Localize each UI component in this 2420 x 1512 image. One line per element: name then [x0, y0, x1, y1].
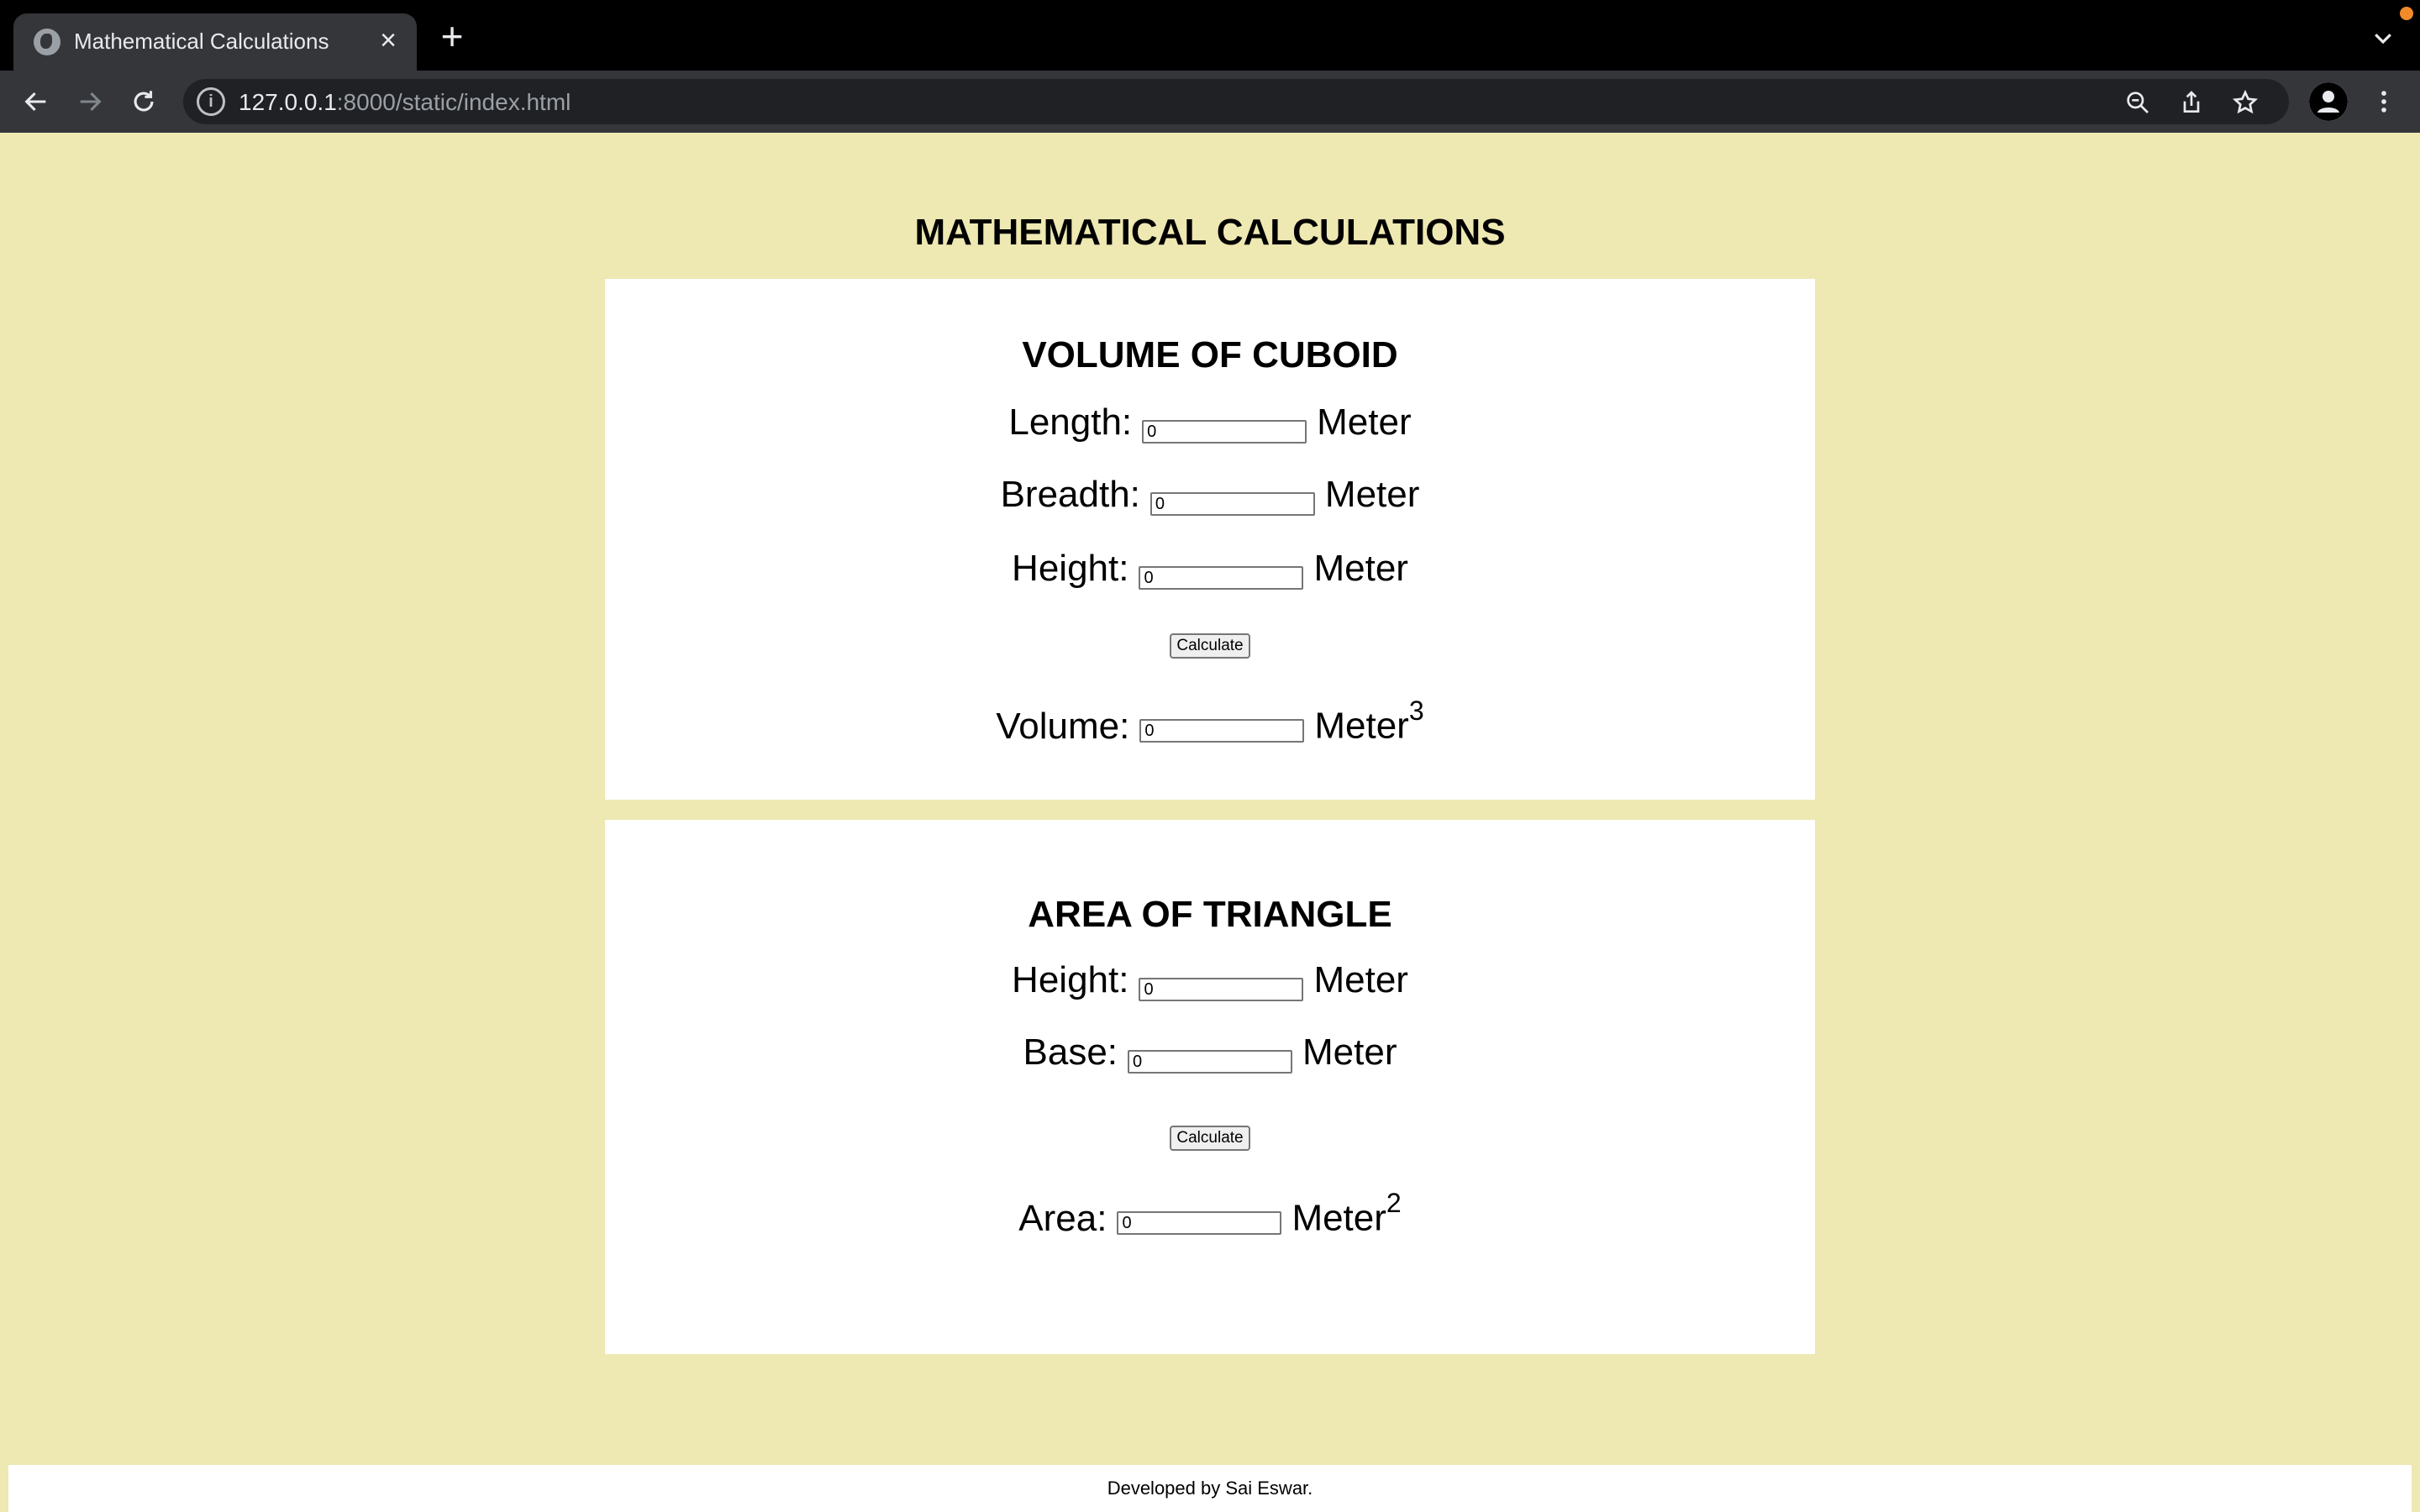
- area-row: Area: Meter2: [605, 1188, 1815, 1240]
- cuboid-height-input[interactable]: [1139, 566, 1304, 590]
- cuboid-height-unit: Meter: [1313, 548, 1408, 589]
- page-viewport: MATHEMATICAL CALCULATIONS VOLUME OF CUBO…: [0, 133, 2420, 1512]
- kebab-menu-icon: [2381, 91, 2386, 113]
- area-output[interactable]: [1117, 1211, 1282, 1235]
- breadth-input[interactable]: [1150, 492, 1315, 516]
- length-unit: Meter: [1317, 402, 1412, 443]
- base-unit: Meter: [1302, 1032, 1397, 1073]
- area-label: Area:: [1018, 1197, 1107, 1239]
- info-icon[interactable]: i: [197, 87, 225, 116]
- notification-dot: [2400, 7, 2413, 20]
- forward-button[interactable]: [69, 81, 111, 123]
- triangle-height-input[interactable]: [1139, 978, 1304, 1001]
- cuboid-height-row: Height: Meter: [605, 548, 1815, 595]
- length-row: Length: Meter: [605, 402, 1815, 449]
- reload-icon: [134, 91, 154, 112]
- triangle-card: AREA OF TRIANGLE Height: Meter Base: Met…: [605, 820, 1815, 1354]
- cuboid-title: VOLUME OF CUBOID: [1022, 334, 1398, 375]
- arrow-right-icon: [80, 92, 102, 112]
- cuboid-card: VOLUME OF CUBOID Length: Meter Breadth: …: [605, 279, 1815, 800]
- back-button[interactable]: [15, 81, 57, 123]
- volume-row: Volume: Meter3: [605, 696, 1815, 748]
- calculate-volume-button[interactable]: Calculate: [1170, 633, 1250, 659]
- url-text[interactable]: 127.0.0.1:8000/static/index.html: [239, 89, 571, 116]
- length-label: Length:: [1008, 402, 1133, 443]
- arrow-left-icon: [24, 92, 46, 112]
- new-tab-button[interactable]: +: [434, 17, 471, 55]
- tab-search-chevron-icon[interactable]: [2366, 25, 2400, 59]
- share-icon[interactable]: [2175, 86, 2208, 119]
- area-exponent: 2: [1386, 1188, 1402, 1218]
- zoom-icon[interactable]: [2121, 86, 2154, 119]
- base-row: Base: Meter: [605, 1032, 1815, 1079]
- page-title: MATHEMATICAL CALCULATIONS: [914, 212, 1506, 253]
- globe-icon: [34, 29, 60, 55]
- breadth-label: Breadth:: [1000, 474, 1140, 515]
- base-input[interactable]: [1128, 1050, 1293, 1074]
- browser-toolbar: i 127.0.0.1:8000/static/index.html: [0, 71, 2420, 133]
- triangle-title: AREA OF TRIANGLE: [1028, 894, 1392, 935]
- volume-unit: Meter3: [1314, 696, 1424, 747]
- tab-title: Mathematical Calculations: [74, 29, 329, 54]
- browser-tab[interactable]: Mathematical Calculations ×: [13, 13, 417, 71]
- volume-label: Volume:: [996, 705, 1130, 747]
- length-input[interactable]: [1142, 420, 1307, 444]
- profile-avatar-icon[interactable]: [2309, 82, 2348, 121]
- base-label: Base:: [1023, 1032, 1118, 1073]
- bookmark-star-icon[interactable]: [2228, 86, 2262, 119]
- cuboid-height-label: Height:: [1012, 548, 1129, 589]
- breadth-unit: Meter: [1324, 474, 1420, 515]
- volume-output[interactable]: [1139, 719, 1305, 743]
- triangle-height-label: Height:: [1012, 959, 1129, 1000]
- reload-button[interactable]: [123, 81, 165, 123]
- address-bar[interactable]: i 127.0.0.1:8000/static/index.html: [183, 79, 2289, 124]
- volume-exponent: 3: [1408, 696, 1424, 726]
- footer: Developed by Sai Eswar.: [8, 1465, 2412, 1512]
- browser-tab-strip: Mathematical Calculations × +: [0, 0, 2420, 71]
- area-unit: Meter2: [1292, 1188, 1402, 1239]
- calculate-area-button[interactable]: Calculate: [1170, 1126, 1250, 1151]
- menu-button[interactable]: [2363, 81, 2405, 123]
- close-tab-icon[interactable]: ×: [371, 24, 405, 57]
- breadth-row: Breadth: Meter: [605, 474, 1815, 521]
- triangle-height-unit: Meter: [1313, 959, 1408, 1000]
- triangle-height-row: Height: Meter: [605, 959, 1815, 1006]
